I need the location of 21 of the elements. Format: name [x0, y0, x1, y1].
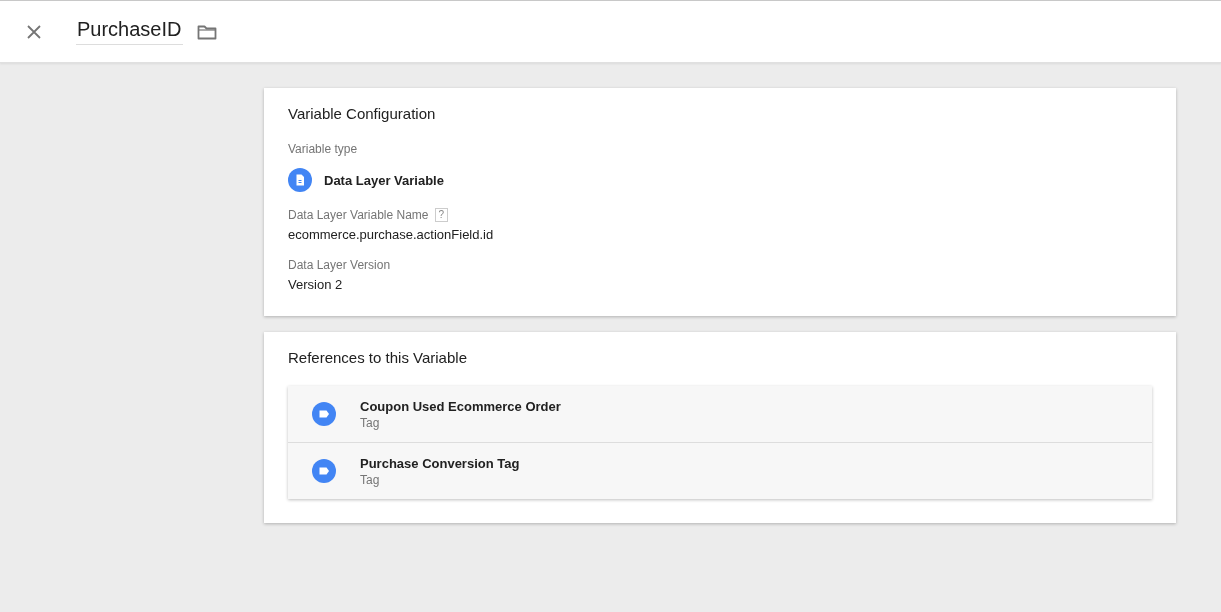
document-icon: [288, 168, 312, 192]
reference-name: Coupon Used Ecommerce Order: [360, 398, 561, 414]
variable-name-field[interactable]: PurchaseID: [76, 18, 183, 45]
reference-name: Purchase Conversion Tag: [360, 455, 520, 471]
card-heading: Variable Configuration: [288, 105, 437, 122]
close-icon: [26, 23, 42, 40]
folder-icon: [196, 23, 217, 40]
tag-icon: [312, 402, 336, 426]
field-value: Version 2: [288, 277, 344, 292]
reference-row[interactable]: Purchase Conversion Tag Tag: [288, 443, 1152, 499]
field-label: Data Layer Version: [288, 258, 391, 272]
card-heading: References to this Variable: [288, 349, 468, 366]
tag-icon: [312, 459, 336, 483]
field-label: Data Layer Variable Name: [288, 208, 429, 222]
variable-type-value: Data Layer Variable: [324, 172, 444, 188]
reference-row[interactable]: Coupon Used Ecommerce Order Tag: [288, 386, 1152, 443]
reference-type: Tag: [360, 415, 381, 430]
help-badge[interactable]: ?: [434, 208, 449, 222]
field-value: ecommerce.purchase.actionField.id: [288, 227, 495, 242]
reference-type: Tag: [360, 472, 381, 487]
field-label: Variable type: [288, 142, 359, 156]
